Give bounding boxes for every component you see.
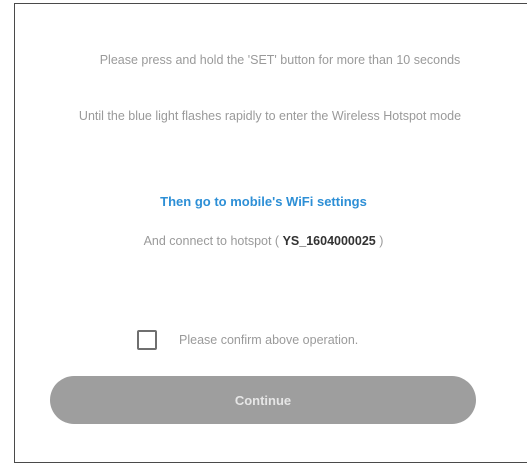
continue-button[interactable]: Continue xyxy=(50,376,476,424)
hotspot-instruction: And connect to hotspot ( YS_1604000025 ) xyxy=(0,234,527,248)
wifi-settings-link[interactable]: Then go to mobile's WiFi settings xyxy=(0,194,527,209)
hotspot-prefix: And connect to hotspot ( xyxy=(143,234,280,248)
instruction-press-set: Please press and hold the 'SET' button f… xyxy=(99,53,461,67)
hotspot-id: YS_1604000025 xyxy=(282,234,376,248)
instruction-blue-light: Until the blue light flashes rapidly to … xyxy=(78,109,462,123)
confirm-row[interactable]: Please confirm above operation. xyxy=(137,330,358,350)
confirm-label: Please confirm above operation. xyxy=(179,333,359,347)
hotspot-suffix: ) xyxy=(379,234,384,248)
confirm-checkbox[interactable] xyxy=(137,330,157,350)
